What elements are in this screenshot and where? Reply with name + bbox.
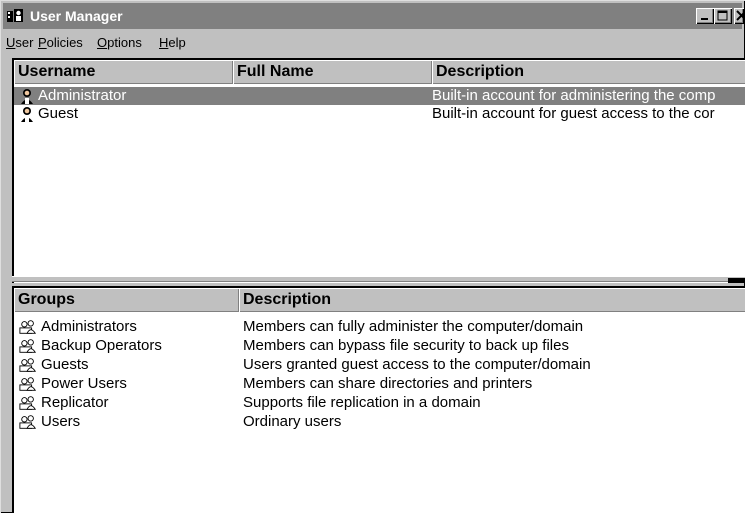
group-row-users[interactable]: Users Ordinary users: [14, 413, 745, 431]
maximize-button[interactable]: [714, 8, 732, 24]
description-cell: Built-in account for administering the c…: [432, 87, 716, 104]
group-name-cell: Users: [41, 413, 81, 430]
group-icon: [19, 415, 37, 429]
group-name-cell: Administrators: [41, 318, 137, 335]
maximize-icon: [717, 10, 728, 21]
group-row-replicator[interactable]: Replicator Supports file replication in …: [14, 394, 745, 412]
group-description-cell: Members can share directories and printe…: [243, 375, 533, 392]
close-icon: [736, 10, 744, 21]
splitter-handle[interactable]: [728, 278, 745, 283]
group-description-cell: Users granted guest access to the comput…: [243, 356, 591, 373]
description-cell: Built-in account for guest access to the…: [432, 105, 715, 122]
group-description-cell: Ordinary users: [243, 413, 342, 430]
group-icon: [19, 339, 37, 353]
group-row-power-users[interactable]: Power Users Members can share directorie…: [14, 375, 745, 393]
column-header-username[interactable]: Username: [14, 60, 233, 84]
group-name-cell: Power Users: [41, 375, 127, 392]
group-name-cell: Backup Operators: [41, 337, 162, 354]
group-row-administrators[interactable]: Administrators Members can fully adminis…: [14, 318, 745, 336]
title-bar[interactable]: User Manager: [3, 3, 744, 29]
close-button[interactable]: [734, 8, 744, 24]
group-description-cell: Members can bypass file security to back…: [243, 337, 569, 354]
users-list[interactable]: Username Full Name Description Administr…: [12, 58, 745, 283]
group-row-guests[interactable]: Guests Users granted guest access to the…: [14, 356, 745, 374]
group-name-cell: Replicator: [41, 394, 109, 411]
user-manager-window: User Manager User Policies Options Help …: [0, 0, 745, 513]
user-row-administrator[interactable]: Administrator Built-in account for admin…: [14, 87, 745, 105]
group-icon: [19, 358, 37, 372]
minimize-icon: [701, 18, 708, 20]
menu-user[interactable]: User: [6, 32, 33, 54]
menu-help[interactable]: Help: [159, 32, 186, 54]
user-icon: [21, 107, 33, 122]
column-header-description[interactable]: Description: [432, 60, 745, 84]
window-title: User Manager: [30, 8, 123, 24]
group-row-backup-operators[interactable]: Backup Operators Members can bypass file…: [14, 337, 745, 355]
column-header-group-description[interactable]: Description: [239, 288, 745, 312]
column-header-groups[interactable]: Groups: [14, 288, 239, 312]
user-icon: [21, 89, 33, 104]
menu-policies[interactable]: Policies: [38, 32, 83, 54]
groups-list[interactable]: Groups Description Administrators Member…: [12, 286, 745, 513]
menu-options[interactable]: Options: [97, 32, 142, 54]
user-row-guest[interactable]: Guest Built-in account for guest access …: [14, 105, 745, 123]
minimize-button[interactable]: [696, 8, 714, 24]
username-cell: Guest: [38, 105, 79, 122]
group-name-cell: Guests: [41, 356, 89, 373]
group-icon: [19, 396, 37, 410]
pane-splitter[interactable]: [12, 276, 745, 282]
column-header-full-name[interactable]: Full Name: [233, 60, 432, 84]
group-icon: [19, 377, 37, 391]
menu-bar: User Policies Options Help: [3, 32, 742, 54]
group-description-cell: Members can fully administer the compute…: [243, 318, 584, 335]
group-description-cell: Supports file replication in a domain: [243, 394, 481, 411]
group-icon: [19, 320, 37, 334]
user-manager-icon: [7, 9, 23, 22]
username-cell: Administrator: [38, 87, 127, 104]
